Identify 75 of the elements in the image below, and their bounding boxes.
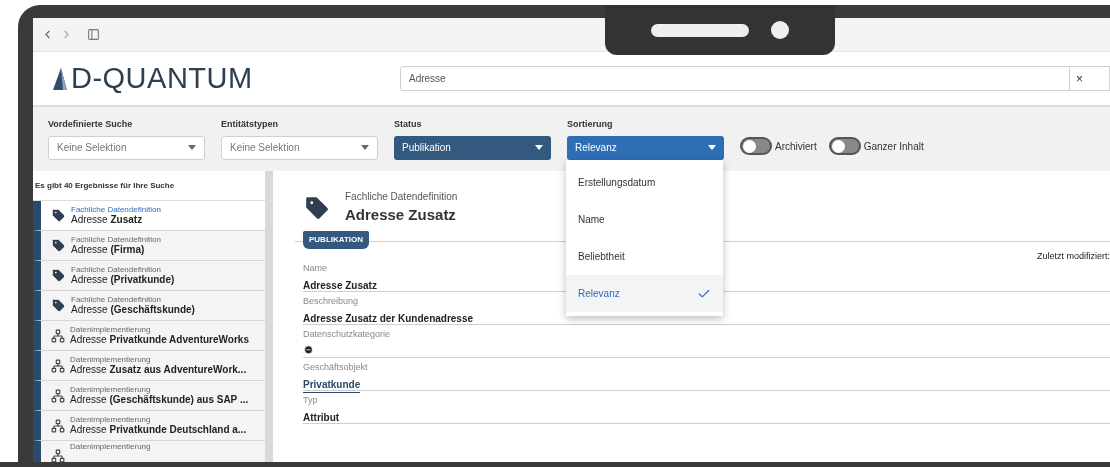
network-icon: [51, 328, 65, 343]
result-type: Datenimplementierung: [70, 416, 152, 424]
tag-icon: [51, 298, 66, 313]
result-title: Adresse (Geschäftskunde) aus SAP ...: [70, 395, 249, 405]
tag-icon: [51, 268, 66, 283]
results-summary: Es gibt 40 Ergebnisse für Ihre Suche: [35, 179, 175, 192]
filter-select[interactable]: Keine Selektion: [48, 135, 205, 160]
toggle-label: Ganzer Inhalt: [863, 139, 924, 154]
clear-button[interactable]: ×: [1070, 66, 1110, 91]
field-label: Geschäftsobjekt: [303, 361, 368, 374]
result-type: Fachliche Datendefinition: [71, 236, 161, 244]
filter-label: Status: [394, 118, 423, 132]
field-value: Adresse Zusatz der Kundenadresse: [303, 311, 474, 326]
result-item[interactable]: Datenimplementierung Adresse Privatkunde AdventureWorks: [33, 321, 265, 351]
filter-label: Sortierung: [567, 118, 614, 132]
field-label: Typ: [303, 394, 318, 407]
sidebar-toggle-icon[interactable]: [87, 28, 100, 41]
sort-option[interactable]: Relevanz: [566, 275, 723, 312]
sort-option[interactable]: Name: [566, 201, 723, 238]
result-item[interactable]: Fachliche Datendefinition Adresse Zusatz: [33, 201, 265, 231]
tag-icon: [51, 238, 66, 253]
caret-icon: [708, 145, 716, 151]
result-title: Adresse Privatkunde Deutschland a...: [70, 425, 247, 435]
logo-icon: [53, 67, 67, 90]
result-item[interactable]: Datenimplementierung Adresse Zusatz aus AdventureWork...: [33, 351, 265, 381]
result-title: Adresse Privatkunde AdventureWorks: [70, 335, 249, 345]
field-link[interactable]: Privatkunde: [303, 376, 361, 393]
field-label: Beschreibung: [303, 295, 359, 308]
result-type: Datenimplementierung: [70, 356, 152, 364]
sort-option[interactable]: Beliebtheit: [566, 238, 723, 275]
filter-select[interactable]: Publikation: [394, 135, 551, 160]
network-icon: [51, 448, 65, 462]
result-item[interactable]: Datenimplementierung: [33, 441, 265, 462]
logo-text: D-QUANTUM: [70, 60, 254, 96]
result-title: Adresse (Firma): [71, 245, 146, 255]
result-type: Fachliche Datendefinition: [71, 266, 162, 274]
filter-select[interactable]: Relevanz: [567, 135, 724, 160]
filter-select[interactable]: Keine Selektion: [221, 135, 378, 160]
detail-type: Fachliche Datendefinition: [345, 190, 458, 204]
search-field[interactable]: Adresse: [400, 66, 1070, 91]
result-type: Datenimplementierung: [70, 443, 151, 451]
field-label: Datenschutzkategorie: [303, 328, 391, 341]
result-item[interactable]: Fachliche Datendefinition Adresse (Firma): [33, 231, 265, 261]
caret-icon: [188, 145, 196, 151]
result-type: Fachliche Datendefinition: [71, 206, 161, 214]
network-icon: [51, 418, 65, 433]
result-type: Datenimplementierung: [70, 326, 152, 334]
network-icon: [51, 388, 65, 403]
field-label: Name: [303, 262, 327, 275]
status-badge: PUBLIKATION: [303, 230, 370, 249]
result-title: Adresse (Privatkunde): [71, 275, 175, 285]
filter-label: Vordefinierte Suche: [48, 118, 134, 132]
result-title: Adresse Zusatz: [71, 215, 144, 225]
result-title: Adresse Zusatz aus AdventureWork...: [70, 365, 247, 375]
result-item[interactable]: Fachliche Datendefinition Adresse (Geschäftskunde): [33, 291, 265, 321]
tag-icon: [51, 208, 66, 223]
field-value: Adresse Zusatz: [303, 278, 377, 293]
network-icon: [51, 358, 65, 373]
filter-label: Entitätstypen: [221, 118, 279, 132]
field-value: Attribut: [303, 410, 340, 425]
result-item[interactable]: Fachliche Datendefinition Adresse (Privatkunde): [33, 261, 265, 291]
caret-icon: [535, 145, 543, 151]
result-item[interactable]: Datenimplementierung Adresse (Geschäftskunde) aus SAP ...: [33, 381, 265, 411]
toggle-switch[interactable]: [828, 137, 861, 155]
toggle-label: Archiviert: [775, 139, 817, 154]
result-type: Datenimplementierung: [70, 386, 152, 394]
result-title: Adresse (Geschäftskunde): [71, 305, 195, 315]
caret-icon: [361, 145, 369, 151]
modified-label: Zuletzt modifiziert:: [1036, 249, 1110, 263]
result-type: Fachliche Datendefinition: [71, 296, 162, 304]
detail-title: Adresse Zusatz: [345, 205, 457, 225]
result-item[interactable]: Datenimplementierung Adresse Privatkunde Deutschland a...: [33, 411, 265, 441]
toggle-switch[interactable]: [740, 137, 772, 155]
minus-circle-icon: [303, 344, 314, 354]
sort-option[interactable]: Erstellungsdatum: [566, 164, 723, 201]
